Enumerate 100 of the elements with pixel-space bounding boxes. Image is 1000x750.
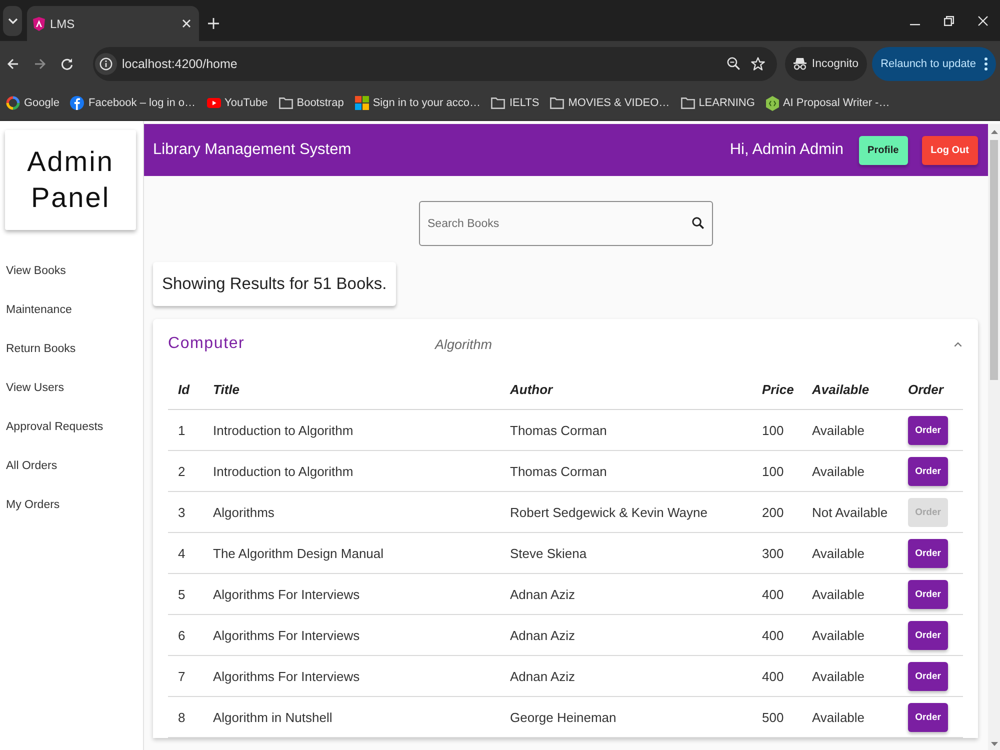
- nav-link[interactable]: All Orders: [6, 459, 58, 473]
- table-cell: Robert Sedgewick & Kevin Wayne: [510, 504, 708, 520]
- address-bar[interactable]: localhost:4200/home: [93, 46, 777, 80]
- arrow-down-icon[interactable]: [990, 742, 998, 746]
- table-cell: Algorithms For Interviews: [213, 668, 360, 684]
- bookmark[interactable]: Bootstrap: [278, 97, 344, 109]
- logout-button[interactable]: Log Out: [922, 136, 978, 164]
- table-cell: 6: [178, 628, 186, 642]
- table-cell: 2: [178, 464, 186, 478]
- sidebar-title: Admin Panel: [5, 130, 136, 230]
- bookmark[interactable]: IELTS: [491, 97, 540, 109]
- column-header: Order: [908, 382, 944, 396]
- profile-button[interactable]: Profile: [858, 136, 908, 164]
- table-cell: Adnan Aziz: [510, 668, 576, 684]
- column-header: Available: [812, 382, 870, 396]
- hexagon-icon: [766, 96, 779, 110]
- table-cell: 100: [762, 464, 784, 478]
- kebab-menu-icon[interactable]: [984, 56, 988, 70]
- table-cell: Available: [812, 586, 865, 602]
- table-cell: 200: [762, 504, 784, 520]
- nav-link[interactable]: Return Books: [6, 342, 76, 356]
- folder-icon: [278, 97, 293, 109]
- info-icon[interactable]: [95, 52, 117, 74]
- table-cell: Algorithms For Interviews: [213, 586, 360, 602]
- order-button[interactable]: Order: [908, 702, 948, 732]
- table-cell: 300: [762, 546, 784, 560]
- restore-icon[interactable]: [944, 16, 954, 26]
- results-count: Showing Results for 51 Books.: [153, 262, 396, 306]
- bookmark[interactable]: LEARNING: [680, 97, 755, 109]
- scrollbar-thumb[interactable]: [990, 140, 998, 380]
- column-header: Author: [510, 382, 553, 396]
- table-cell: Available: [812, 668, 865, 684]
- zoom-icon[interactable]: [726, 57, 740, 70]
- four-squares-icon: [354, 96, 369, 110]
- table-cell: 400: [762, 668, 784, 684]
- shield-icon: [33, 16, 45, 30]
- bookmark[interactable]: MOVIES & VIDEO…: [550, 97, 670, 109]
- bookmark[interactable]: Google: [6, 96, 60, 110]
- greeting-text: Hi, Admin Admin: [730, 141, 844, 159]
- minimize-icon[interactable]: [910, 24, 920, 26]
- order-button[interactable]: Order: [908, 580, 948, 608]
- forward-arrow-icon[interactable]: [34, 58, 46, 70]
- table-cell: Adnan Aziz: [510, 628, 576, 642]
- nav-link[interactable]: Maintenance: [6, 303, 72, 317]
- nav-link[interactable]: Approval Requests: [6, 420, 104, 434]
- table-cell: 5: [178, 586, 186, 602]
- table-cell: 400: [762, 628, 784, 642]
- table-cell: 4: [178, 546, 186, 560]
- circle-icon: [70, 96, 84, 110]
- table-cell: Available: [812, 546, 865, 560]
- close-icon[interactable]: [182, 19, 191, 28]
- close-icon[interactable]: [978, 16, 988, 26]
- table-cell: Adnan Aziz: [510, 586, 576, 602]
- nav-link[interactable]: View Users: [6, 381, 64, 395]
- star-icon[interactable]: [750, 56, 765, 70]
- table-cell: Steve Skiena: [510, 546, 587, 560]
- back-arrow-icon[interactable]: [7, 58, 19, 70]
- relaunch-button[interactable]: Relaunch to update: [872, 46, 996, 80]
- order-button[interactable]: Order: [908, 456, 948, 486]
- column-header: Id: [178, 382, 190, 396]
- bookmark[interactable]: Facebook – log in o…: [70, 96, 196, 110]
- plus-icon[interactable]: [208, 18, 219, 29]
- folder-icon: [491, 97, 506, 109]
- arrow-up-icon[interactable]: [990, 130, 998, 134]
- reload-icon[interactable]: [61, 58, 73, 70]
- table-cell: Thomas Corman: [510, 422, 607, 438]
- app-title: Library Management System: [153, 141, 352, 159]
- table-cell: Thomas Corman: [510, 464, 607, 478]
- table-cell: 500: [762, 710, 784, 724]
- table-cell: 8: [178, 710, 186, 724]
- bookmark[interactable]: Sign in to your acco…: [354, 96, 480, 110]
- chevron-up-icon[interactable]: [954, 342, 962, 346]
- order-button[interactable]: Order: [908, 620, 948, 650]
- play-icon: [206, 98, 220, 108]
- scrollbar[interactable]: [988, 124, 1000, 750]
- table-cell: Not Available: [812, 504, 888, 520]
- tab-menu-button[interactable]: [3, 6, 22, 36]
- search-icon[interactable]: [692, 217, 704, 229]
- order-button[interactable]: Order: [908, 662, 948, 690]
- tab-title: LMS: [50, 16, 75, 30]
- order-button[interactable]: Order: [908, 416, 948, 444]
- column-header: Title: [213, 382, 240, 396]
- table-cell: The Algorithm Design Manual: [213, 546, 384, 560]
- incognito-icon: [792, 57, 807, 70]
- nav-link[interactable]: View Books: [6, 264, 66, 278]
- table-cell: 3: [178, 504, 186, 520]
- nav-link[interactable]: My Orders: [6, 498, 60, 512]
- category-description: Algorithm: [435, 336, 492, 352]
- url-text: localhost:4200/home: [122, 56, 238, 70]
- incognito-button[interactable]: Incognito: [784, 46, 867, 80]
- table-cell: 400: [762, 586, 784, 602]
- table-cell: Available: [812, 710, 865, 724]
- order-button[interactable]: Order: [908, 538, 948, 568]
- table-cell: Algorithm in Nutshell: [213, 710, 332, 724]
- browser-tab[interactable]: LMS: [27, 6, 199, 41]
- bookmark[interactable]: YouTube: [206, 97, 268, 109]
- bookmark[interactable]: AI Proposal Writer -…: [766, 96, 890, 110]
- search-field[interactable]: Search Books: [418, 201, 712, 246]
- table-cell: 1: [178, 422, 186, 438]
- table-cell: Introduction to Algorithm: [213, 464, 354, 478]
